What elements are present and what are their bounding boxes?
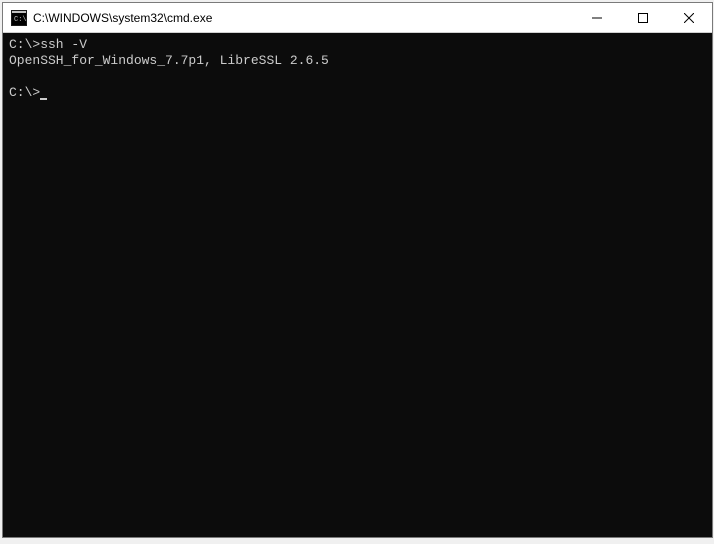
cmd-icon: C:\ [11,10,27,26]
titlebar[interactable]: C:\ C:\WINDOWS\system32\cmd.exe [3,3,712,33]
minimize-button[interactable] [574,3,620,32]
terminal-blank-line [9,69,706,85]
window-controls [574,3,712,32]
close-button[interactable] [666,3,712,32]
maximize-button[interactable] [620,3,666,32]
terminal-text: C:\>ssh -V [9,37,87,52]
svg-text:C:\: C:\ [14,16,27,24]
window-title: C:\WINDOWS\system32\cmd.exe [33,11,574,25]
terminal-text: OpenSSH_for_Windows_7.7p1, LibreSSL 2.6.… [9,53,329,68]
cursor-icon [40,98,47,100]
terminal-line: C:\>ssh -V [9,37,706,53]
terminal-prompt: C:\> [9,85,40,100]
terminal-area[interactable]: C:\>ssh -V OpenSSH_for_Windows_7.7p1, Li… [3,33,712,537]
cmd-window: C:\ C:\WINDOWS\system32\cmd.exe C:\>ssh … [2,2,713,538]
terminal-line: C:\> [9,85,706,101]
terminal-line: OpenSSH_for_Windows_7.7p1, LibreSSL 2.6.… [9,53,706,69]
